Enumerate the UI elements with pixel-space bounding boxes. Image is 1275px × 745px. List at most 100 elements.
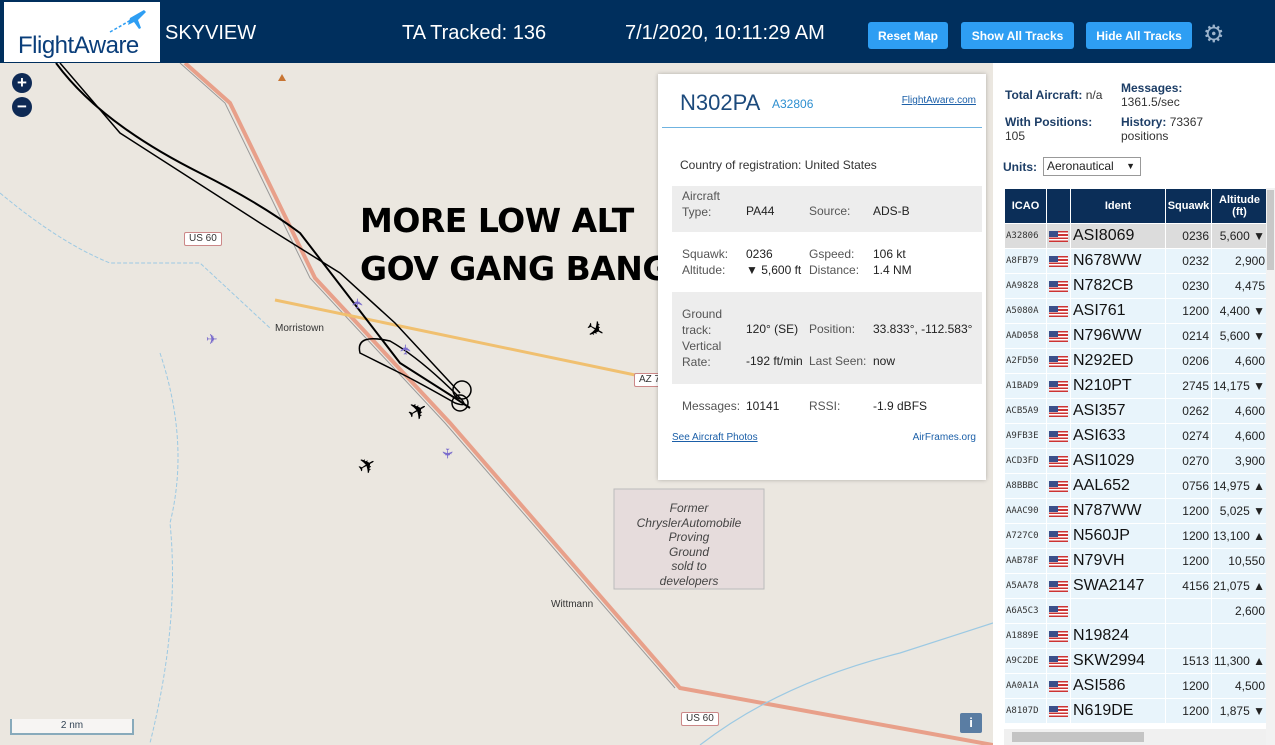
with-positions-value: 105 [1005,129,1026,143]
altitude-cell: 2,600 [1212,599,1267,623]
squawk-label: Squawk: [682,247,729,261]
aircraft-table: ICAO Ident Squawk Altitude (ft) A32806 AS… [1004,188,1268,724]
total-aircraft-label: Total Aircraft: [1005,88,1083,102]
table-row[interactable]: AA0A1A ASI586 1200 4,500 [1005,674,1267,698]
table-row[interactable]: A5AA78 SWA2147 4156 21,075 ▲ [1005,574,1267,598]
table-row[interactable]: AA9828 N782CB 0230 4,475 [1005,274,1267,298]
squawk-cell: 1200 [1166,299,1211,323]
former-line: developers [659,573,719,588]
table-row[interactable]: ACD3FD ASI1029 0270 3,900 [1005,449,1267,473]
us-flag-icon [1047,624,1070,648]
ident-cell: N787WW [1071,499,1165,523]
ident-cell: SWA2147 [1071,574,1165,598]
table-row[interactable]: ACB5A9 ASI357 0262 4,600 [1005,399,1267,423]
us-flag-icon [1047,649,1070,673]
table-row[interactable]: AAD058 N796WW 0214 5,600 ▼ [1005,324,1267,348]
messages-rate-label: Messages: [1121,81,1183,95]
aircraft-icon[interactable]: ✈ [206,331,218,348]
table-horizontal-scroll-thumb[interactable] [1012,732,1144,742]
aircraft-icon[interactable]: ✈ [349,298,366,310]
squawk-cell: 0206 [1166,349,1211,373]
gspeed-label: Gspeed: [809,247,855,261]
altitude-cell: 4,400 ▼ [1212,299,1267,323]
ident-cell: N560JP [1071,524,1165,548]
altitude-cell: 10,550 [1212,549,1267,573]
clock: 7/1/2020, 10:11:29 AM [625,22,825,44]
road-shield-us60-south: US 60 [681,712,719,726]
gear-icon[interactable]: ⚙ [1203,20,1225,49]
table-row[interactable]: A727C0 N560JP 1200 13,100 ▲ [1005,524,1267,548]
road-shield-us60: US 60 [184,232,222,246]
table-row[interactable]: A32806 ASI8069 0236 5,600 ▼ [1005,224,1267,248]
zoom-in-button[interactable]: + [12,73,32,93]
hide-all-tracks-button[interactable]: Hide All Tracks [1086,22,1192,49]
col-ident[interactable]: Ident [1071,189,1165,223]
table-row[interactable]: A9FB3E ASI633 0274 4,600 [1005,424,1267,448]
aircraft-icon[interactable]: ✈ [438,448,455,460]
table-vertical-scrollbar[interactable] [1266,188,1275,745]
table-row[interactable]: A9C2DE SKW2994 1513 11,300 ▲ [1005,649,1267,673]
altitude-cell: 5,600 ▼ [1212,224,1267,248]
table-vertical-scroll-thumb[interactable] [1267,190,1274,270]
ident-cell: AAL652 [1071,474,1165,498]
squawk-cell: 1200 [1166,549,1211,573]
ident-cell: ASI357 [1071,399,1165,423]
table-row[interactable]: AAAC90 N787WW 1200 5,025 ▼ [1005,499,1267,523]
top-bar: FlightAware SKYVIEW TA Tracked: 136 7/1/… [0,0,1275,63]
icao-cell: A5AA78 [1005,574,1046,598]
us-flag-icon [1047,224,1070,248]
popup-country-row: Country of registration: United States [680,158,877,172]
table-row[interactable]: A8FB79 N678WW 0232 2,900 [1005,249,1267,273]
aircraft-photos-link[interactable]: See Aircraft Photos [672,432,758,443]
altitude-cell: 1,875 ▼ [1212,699,1267,723]
flightaware-link[interactable]: FlightAware.com [902,95,976,106]
highway-az74 [274,298,661,381]
icao-cell: A9C2DE [1005,649,1046,673]
col-squawk[interactable]: Squawk [1166,189,1211,223]
us-flag-icon [1047,249,1070,273]
us-flag-icon [1047,274,1070,298]
col-icao[interactable]: ICAO [1005,189,1046,223]
col-flag[interactable] [1047,189,1070,223]
icao-cell: A32806 [1005,224,1046,248]
icao-cell: A8107D [1005,699,1046,723]
zoom-out-button[interactable]: − [12,97,32,117]
table-row[interactable]: A8107D N619DE 1200 1,875 ▼ [1005,699,1267,723]
former-line: ChryslerAutomobile [636,515,742,530]
aircraft-icon[interactable]: ✈ [397,344,414,356]
squawk-cell: 0230 [1166,274,1211,298]
squawk-cell: 1513 [1166,649,1211,673]
table-row[interactable]: A5080A ASI761 1200 4,400 ▼ [1005,299,1267,323]
rssi-value: -1.9 dBFS [873,399,928,413]
show-all-tracks-button[interactable]: Show All Tracks [961,22,1074,49]
table-row[interactable]: A2FD50 N292ED 0206 4,600 [1005,349,1267,373]
squawk-cell: 1200 [1166,699,1211,723]
canal [699,622,993,745]
table-row[interactable]: A6A5C3 2,600 [1005,599,1267,623]
table-row[interactable]: A8BBBC AAL652 0756 14,975 ▲ [1005,474,1267,498]
aircraft-detail-popup: N302PA A32806 FlightAware.com Country of… [658,74,986,480]
us-flag-icon [1047,699,1070,723]
table-row[interactable]: A1889E N19824 [1005,624,1267,648]
ident-cell: ASI633 [1071,424,1165,448]
flightaware-logo[interactable]: FlightAware [4,2,160,62]
table-row[interactable]: AAB78F N79VH 1200 10,550 [1005,549,1267,573]
messages-value: 10141 [746,399,780,413]
ident-cell: N292ED [1071,349,1165,373]
app-title: SKYVIEW [165,22,257,44]
lastseen-value: now [873,354,896,368]
us-flag-icon [1047,474,1070,498]
ident-cell: ASI1029 [1071,449,1165,473]
squawk-cell: 0214 [1166,324,1211,348]
country-value: United States [804,158,877,172]
history: History: 73367 positions [1121,115,1231,143]
airframes-link[interactable]: AirFrames.org [913,432,976,443]
units-dropdown[interactable]: Aeronautical ▼ [1043,157,1141,176]
table-row[interactable]: A1BAD9 N210PT 2745 14,175 ▼ [1005,374,1267,398]
units-value: Aeronautical [1047,159,1114,173]
squawk-cell: 1200 [1166,499,1211,523]
reset-map-button[interactable]: Reset Map [868,22,948,49]
overlay-caption-line1: MORE LOW ALT [360,201,634,240]
col-altitude[interactable]: Altitude (ft) [1212,189,1267,223]
map-info-button[interactable]: i [960,713,982,733]
